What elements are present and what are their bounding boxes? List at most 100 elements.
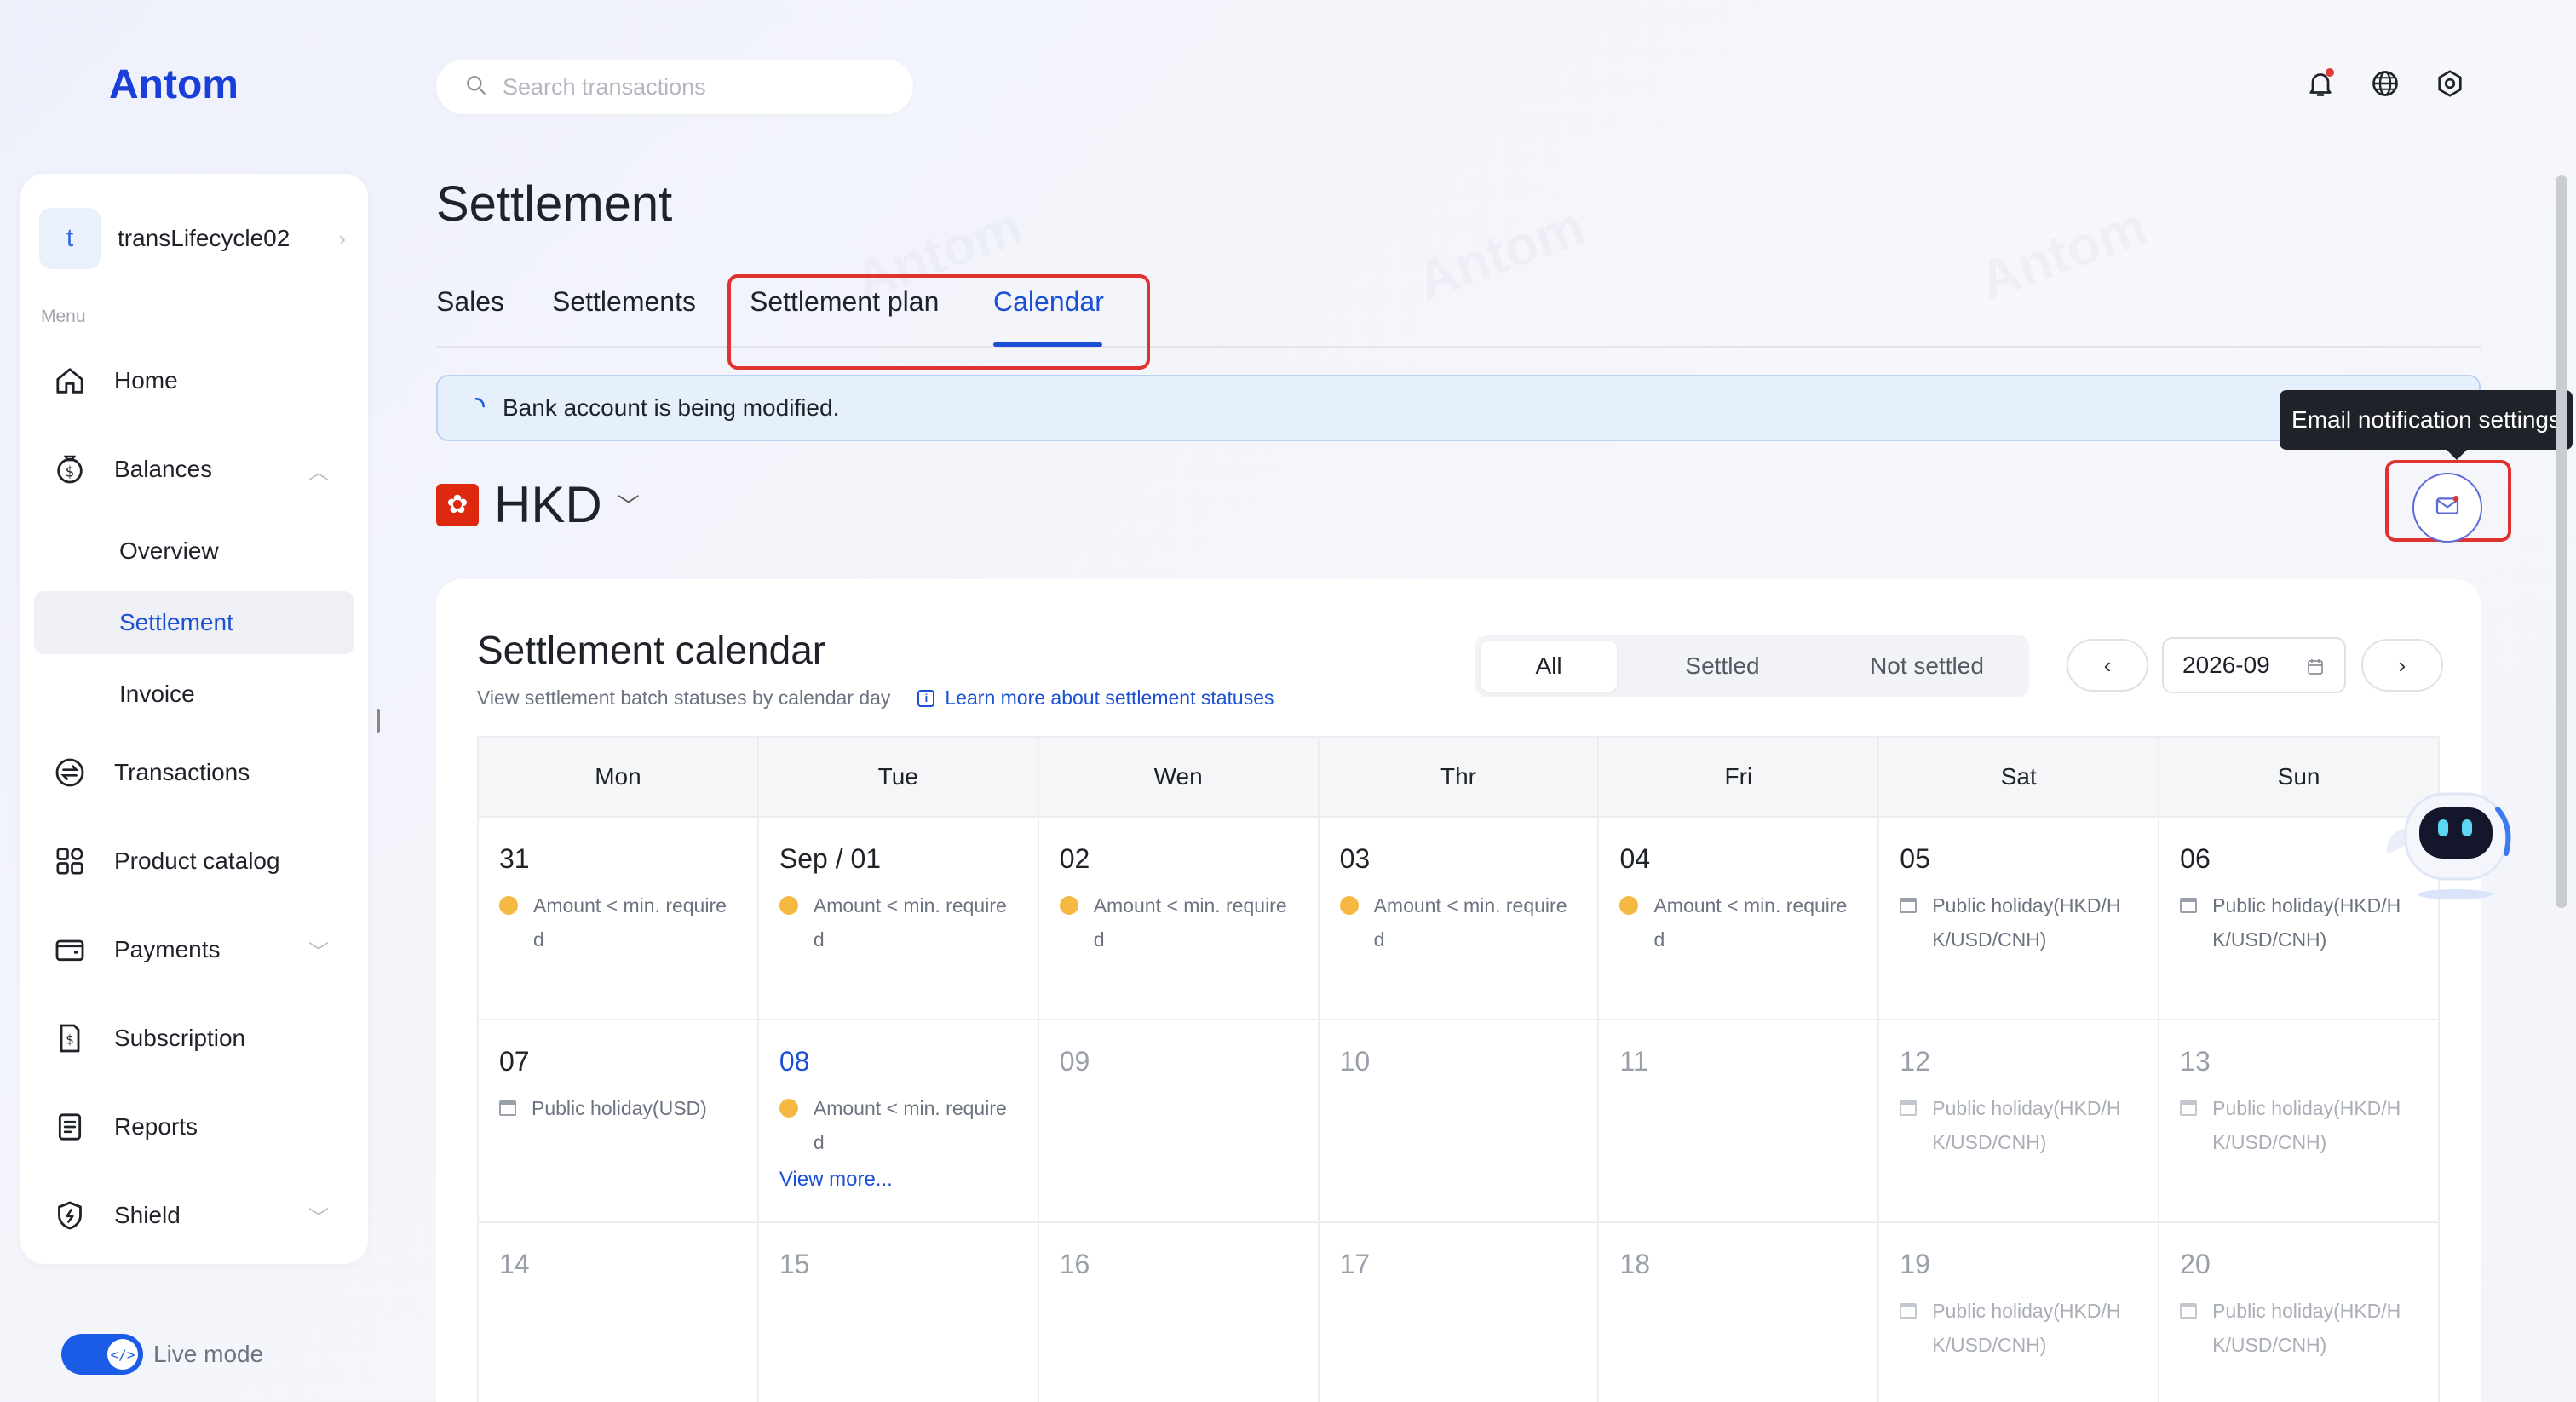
- warning-dot-icon: [1339, 896, 1359, 915]
- calendar-day-cell[interactable]: 02 Amount < min. required: [1038, 818, 1320, 1020]
- holiday-calendar-icon: [1900, 898, 1918, 913]
- month-value: 2026-09: [2182, 652, 2270, 678]
- currency-selector[interactable]: ✿ HKD ﹀: [436, 475, 640, 534]
- search-input[interactable]: Search transactions: [436, 60, 913, 114]
- calendar-day-cell[interactable]: 08 Amount < min. required View more...: [758, 1020, 1039, 1223]
- weekday-header-cell: Mon: [479, 738, 759, 816]
- calendar-day-number: 09: [1059, 1046, 1090, 1077]
- status-text: Public holiday(HKD/HK/USD/CNH): [1932, 1300, 2121, 1356]
- calendar-day-number: 12: [1900, 1046, 1930, 1077]
- calendar-day-number: 31: [499, 843, 530, 874]
- holiday-calendar-icon: [2180, 1303, 2198, 1319]
- notification-dot: [2326, 68, 2334, 77]
- learn-more-link[interactable]: i Learn more about settlement statuses: [917, 687, 1274, 710]
- filter-settled[interactable]: Settled: [1637, 641, 1808, 692]
- calendar-day-cell[interactable]: 19 Public holiday(HKD/HK/USD/CNH): [1879, 1223, 2160, 1402]
- avatar: t: [39, 208, 101, 269]
- warning-dot-icon: [499, 896, 518, 915]
- calendar-day-cell[interactable]: 18: [1599, 1223, 1880, 1402]
- tab-sales[interactable]: Sales: [436, 286, 504, 318]
- calendar-day-cell[interactable]: 14: [479, 1223, 759, 1402]
- calendar-day-cell[interactable]: 20 Public holiday(HKD/HK/USD/CNH): [2159, 1223, 2441, 1402]
- sidebar-item-shield[interactable]: Shield ﹀: [34, 1184, 354, 1247]
- toggle-switch[interactable]: </>: [61, 1334, 143, 1375]
- settlement-status: Amount < min. required: [1619, 888, 1857, 957]
- calendar-day-cell[interactable]: 10: [1319, 1020, 1600, 1223]
- sidebar-resize-handle[interactable]: [377, 709, 380, 733]
- calendar-day-cell[interactable]: 03 Amount < min. required: [1319, 818, 1600, 1020]
- settlement-status: Amount < min. required: [499, 888, 737, 957]
- account-switcher[interactable]: t transLifecycle02 ›: [39, 208, 349, 269]
- filter-not-settled[interactable]: Not settled: [1825, 641, 2029, 692]
- globe-icon[interactable]: [2370, 68, 2401, 99]
- wallet-icon: $: [51, 451, 89, 488]
- sidebar-item-transactions[interactable]: Transactions: [34, 741, 354, 804]
- live-mode-label: Live mode: [153, 1341, 264, 1367]
- calendar-day-number: 15: [779, 1249, 810, 1279]
- hk-flag-icon: ✿: [436, 483, 479, 526]
- gear-icon[interactable]: [2435, 68, 2465, 99]
- settlement-status: Amount < min. required: [1059, 888, 1297, 957]
- calendar-day-number: 20: [2180, 1249, 2211, 1279]
- live-mode-toggle[interactable]: </> Live mode: [61, 1334, 263, 1375]
- calendar-day-number: 02: [1059, 843, 1090, 874]
- calendar-day-number: 07: [499, 1046, 530, 1077]
- calendar-day-cell[interactable]: 16: [1039, 1223, 1320, 1402]
- calendar-day-cell[interactable]: 15: [759, 1223, 1039, 1402]
- calendar-day-number: 10: [1339, 1046, 1371, 1077]
- banner-text: Bank account is being modified.: [503, 394, 840, 421]
- header-actions: [2305, 68, 2465, 99]
- shield-icon: [51, 1197, 89, 1234]
- next-month-button[interactable]: ›: [2361, 639, 2443, 692]
- month-picker[interactable]: 2026-09: [2162, 637, 2346, 693]
- sidebar-item-overview[interactable]: Overview: [34, 520, 354, 583]
- svg-text:$: $: [66, 1032, 74, 1048]
- tab-settlements[interactable]: Settlements: [552, 286, 696, 318]
- chevron-right-icon: ›: [2398, 652, 2406, 678]
- sidebar-item-subscription[interactable]: $ Subscription: [34, 1007, 354, 1070]
- calendar-day-cell[interactable]: 13 Public holiday(HKD/HK/USD/CNH): [2159, 1020, 2441, 1223]
- sidebar-item-home[interactable]: Home: [34, 349, 354, 412]
- calendar-day-cell[interactable]: 05 Public holiday(HKD/HK/USD/CNH): [1879, 818, 2160, 1020]
- chevron-down-icon: ﹀: [308, 940, 329, 964]
- calendar-day-number: 05: [1900, 843, 1930, 874]
- code-icon: </>: [107, 1339, 138, 1370]
- sidebar-item-balances[interactable]: $ Balances ︿: [34, 438, 354, 501]
- calendar-day-cell[interactable]: 12 Public holiday(HKD/HK/USD/CNH): [1879, 1020, 2160, 1223]
- sidebar-item-reports[interactable]: Reports: [34, 1095, 354, 1158]
- view-more-link[interactable]: View more...: [779, 1168, 1017, 1192]
- calendar-day-cell[interactable]: 07 Public holiday(USD): [479, 1020, 759, 1223]
- calendar-day-cell[interactable]: 31 Amount < min. required: [479, 818, 759, 1020]
- settlement-status: Public holiday(HKD/HK/USD/CNH): [1900, 1091, 2137, 1159]
- sidebar-item-product-catalog[interactable]: Product catalog: [34, 830, 354, 893]
- account-name: transLifecycle02: [118, 225, 290, 251]
- reports-icon: [51, 1108, 89, 1146]
- status-text: Public holiday(USD): [532, 1097, 707, 1119]
- weekday-header-cell: Thr: [1320, 738, 1600, 816]
- calendar-day-cell[interactable]: 17: [1320, 1223, 1600, 1402]
- calendar-week-row: 07 Public holiday(USD) 08 Amount < min. req…: [477, 1020, 2441, 1223]
- calendar-day-number: 13: [2180, 1046, 2211, 1077]
- holiday-calendar-icon: [2180, 1100, 2198, 1116]
- tooltip: Email notification settings: [2280, 390, 2573, 460]
- settlement-status: Public holiday(HKD/HK/USD/CNH): [1900, 1294, 2137, 1362]
- sidebar-item-settlement[interactable]: Settlement: [34, 591, 354, 654]
- sidebar: t transLifecycle02 › Menu Home $ Balance…: [20, 174, 368, 1264]
- prev-month-button[interactable]: ‹: [2067, 639, 2148, 692]
- filter-all[interactable]: All: [1481, 641, 1617, 692]
- learn-more-text: Learn more about settlement statuses: [945, 687, 1274, 709]
- page-scrollbar[interactable]: [2556, 175, 2567, 908]
- bell-icon[interactable]: [2305, 68, 2336, 99]
- calendar-day-cell[interactable]: 11: [1599, 1020, 1880, 1223]
- antom-logo[interactable]: Antom: [109, 61, 239, 108]
- email-notification-settings-button[interactable]: [2412, 473, 2482, 543]
- calendar-day-number: 19: [1900, 1249, 1930, 1279]
- highlight-box: [727, 274, 1150, 370]
- holiday-calendar-icon: [2180, 898, 2198, 913]
- assistant-robot-icon[interactable]: [2370, 775, 2515, 903]
- calendar-day-cell[interactable]: 09: [1038, 1020, 1320, 1223]
- calendar-day-cell[interactable]: 04 Amount < min. required: [1599, 818, 1880, 1020]
- sidebar-item-invoice[interactable]: Invoice: [34, 663, 354, 726]
- sidebar-item-payments[interactable]: Payments ﹀: [34, 918, 354, 981]
- calendar-day-cell[interactable]: Sep / 01 Amount < min. required: [758, 818, 1039, 1020]
